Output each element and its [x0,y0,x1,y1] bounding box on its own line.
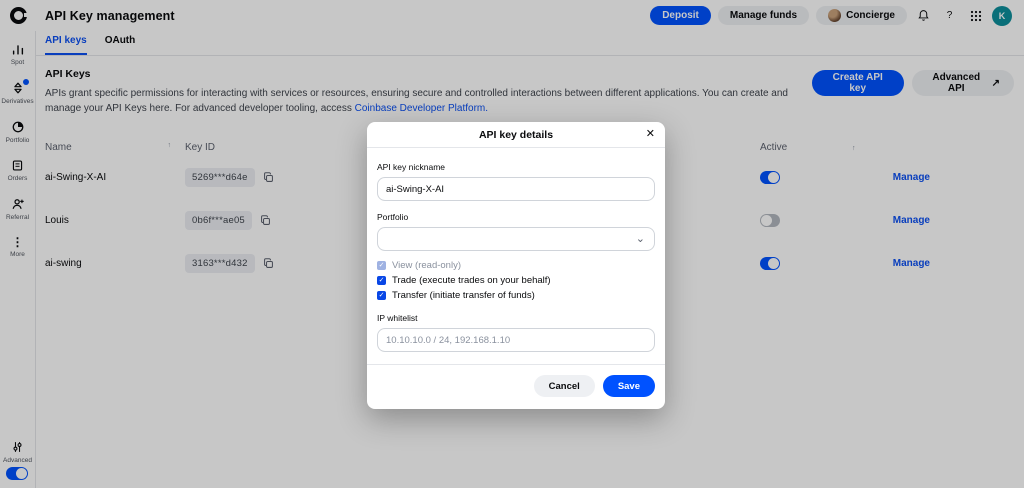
permission-label: Trade (execute trades on your behalf) [392,275,551,286]
modal-title: API key details [478,128,554,141]
close-icon[interactable]: ✕ [646,127,655,140]
permission-row-trade: ✓ Trade (execute trades on your behalf) [377,275,655,286]
save-button[interactable]: Save [602,375,655,397]
view-checkbox: ✓ [377,261,386,270]
transfer-checkbox[interactable]: ✓ [377,291,386,300]
portfolio-select[interactable]: ⌄ [377,227,655,251]
permission-row-view: ✓ View (read-only) [377,260,655,271]
chevron-down-icon: ⌄ [635,233,645,245]
trade-checkbox[interactable]: ✓ [377,276,386,285]
permission-label: Transfer (initiate transfer of funds) [392,290,535,301]
modal-footer: Cancel Save [367,364,665,409]
nickname-input[interactable] [377,177,655,201]
api-key-details-modal: API key details ✕ API key nickname Portf… [367,122,665,409]
portfolio-label: Portfolio [377,212,409,222]
permissions-group: ✓ View (read-only) ✓ Trade (execute trad… [377,260,655,301]
permission-label: View (read-only) [392,260,461,271]
permission-row-transfer: ✓ Transfer (initiate transfer of funds) [377,290,655,301]
ip-whitelist-label: IP whitelist [377,313,418,323]
modal-body: API key nickname Portfolio ⌄ ✓ View (rea… [367,148,665,364]
modal-header: API key details ✕ [367,122,665,148]
ip-whitelist-input[interactable] [377,328,655,352]
nickname-label: API key nickname [377,162,446,172]
cancel-button[interactable]: Cancel [533,375,595,397]
